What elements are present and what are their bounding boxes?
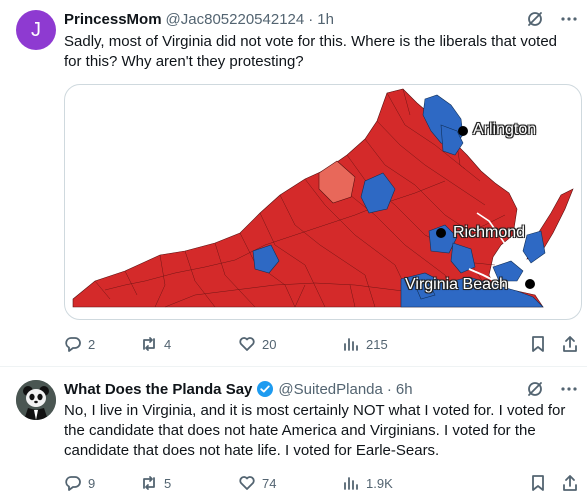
separator-dot: · (386, 380, 392, 398)
like-count: 74 (262, 475, 277, 491)
tweet-1[interactable]: J PrincessMom @Jac805220542124 · 1h Sadl… (0, 0, 587, 366)
avatar[interactable]: J (16, 10, 56, 50)
tweet-header: What Does the Planda Say @SuitedPlanda ·… (64, 379, 579, 399)
map-label-arlington: Arlington (473, 121, 537, 138)
share-icon[interactable] (561, 335, 579, 353)
bookmark-icon[interactable] (529, 335, 547, 353)
more-icon[interactable] (559, 379, 579, 399)
views-icon (344, 338, 358, 351)
repost-button[interactable]: 4 (140, 335, 238, 353)
like-icon (239, 337, 255, 351)
views-count: 215 (366, 336, 388, 352)
map-label-virginia-beach: Virginia Beach (405, 276, 508, 293)
election-map-image[interactable]: Arlington Richmond Virginia Beach (64, 84, 582, 320)
tweet-2[interactable]: What Does the Planda Say @SuitedPlanda ·… (0, 367, 587, 504)
tweet-actions: 2 4 20 215 (64, 333, 579, 355)
arlington-dot (458, 126, 468, 136)
verified-badge-icon (256, 380, 274, 398)
tweet-text: No, I live in Virginia, and it is most c… (64, 402, 566, 459)
more-icon[interactable] (559, 9, 579, 29)
views-count: 1.9K (366, 475, 393, 491)
reply-count: 2 (88, 336, 96, 352)
views-button[interactable]: 1.9K (342, 474, 452, 492)
reply-icon (65, 337, 81, 352)
display-name[interactable]: What Does the Planda Say (64, 381, 252, 398)
grok-icon[interactable] (525, 379, 545, 399)
reply-button[interactable]: 2 (64, 335, 140, 353)
repost-count: 4 (164, 336, 172, 352)
tweet-actions: 9 5 74 1.9K (64, 472, 579, 494)
views-icon (344, 477, 358, 490)
like-icon (239, 476, 255, 490)
reply-button[interactable]: 9 (64, 474, 140, 492)
grok-icon[interactable] (525, 9, 545, 29)
repost-icon (143, 476, 155, 490)
timestamp[interactable]: 6h (396, 381, 413, 398)
bookmark-icon[interactable] (529, 474, 547, 492)
repost-count: 5 (164, 475, 172, 491)
avatar[interactable] (16, 380, 56, 420)
map-label-richmond: Richmond (453, 224, 526, 241)
like-button[interactable]: 20 (238, 335, 342, 353)
reply-icon (65, 476, 81, 491)
repost-icon (143, 337, 155, 351)
like-count: 20 (262, 336, 277, 352)
separator-dot: · (308, 10, 314, 28)
user-handle[interactable]: @SuitedPlanda (278, 381, 382, 398)
views-button[interactable]: 215 (342, 335, 452, 353)
avatar-letter: J (31, 18, 41, 41)
reply-count: 9 (88, 475, 96, 491)
richmond-dot (436, 228, 446, 238)
display-name[interactable]: PrincessMom (64, 11, 162, 28)
virginia-beach-dot (525, 279, 535, 289)
share-icon[interactable] (561, 474, 579, 492)
user-handle[interactable]: @Jac805220542124 (166, 11, 305, 28)
timestamp[interactable]: 1h (317, 11, 334, 28)
panda-avatar-icon (16, 380, 56, 420)
tweet-text: Sadly, most of Virginia did not vote for… (64, 33, 558, 70)
tweet-header: PrincessMom @Jac805220542124 · 1h (64, 9, 579, 29)
like-button[interactable]: 74 (238, 474, 342, 492)
repost-button[interactable]: 5 (140, 474, 238, 492)
